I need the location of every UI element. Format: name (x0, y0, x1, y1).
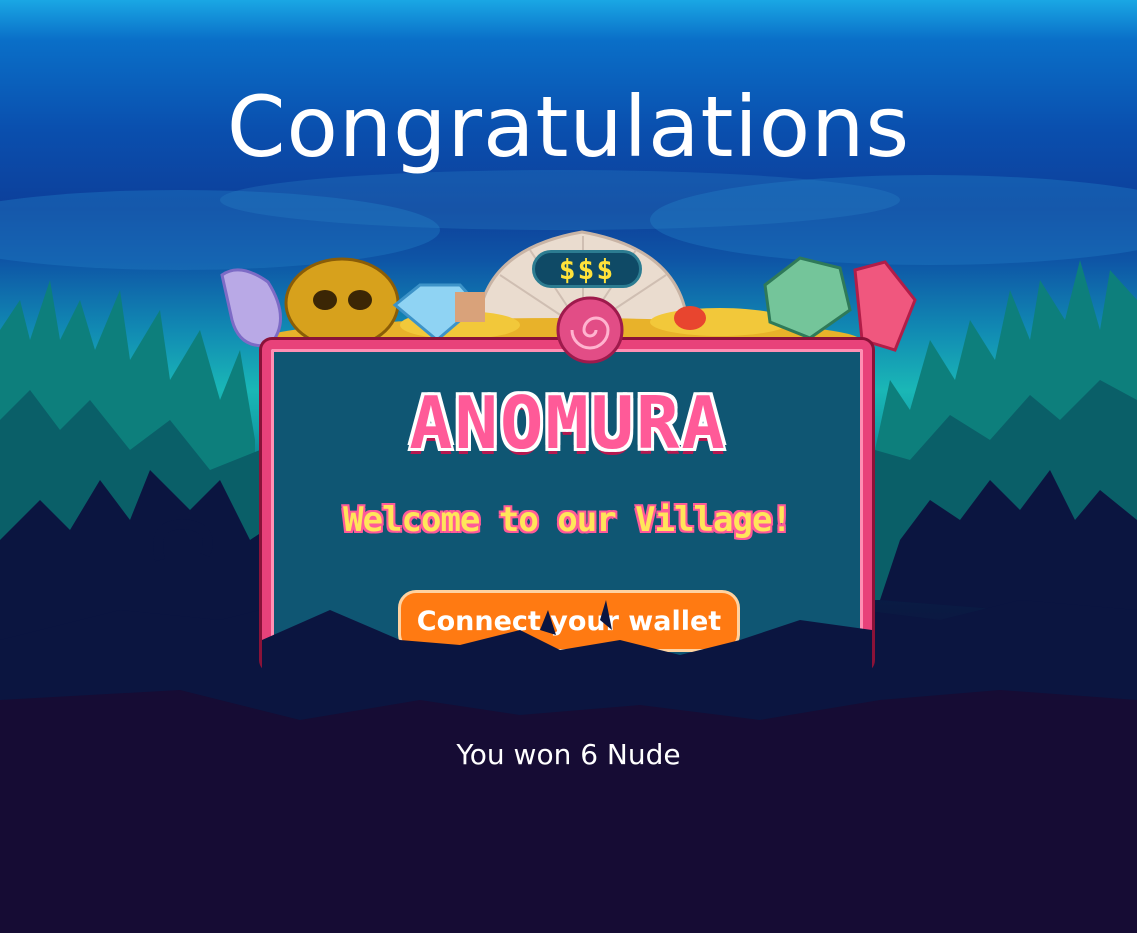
spiral-shell-icon (556, 296, 624, 364)
anomura-logo: ANOMURA (409, 381, 727, 465)
connect-wallet-button[interactable]: Connect your wallet (398, 590, 740, 652)
welcome-text: Welcome to our Village! (343, 500, 792, 540)
result-text: You won 6 Nude (456, 738, 681, 771)
